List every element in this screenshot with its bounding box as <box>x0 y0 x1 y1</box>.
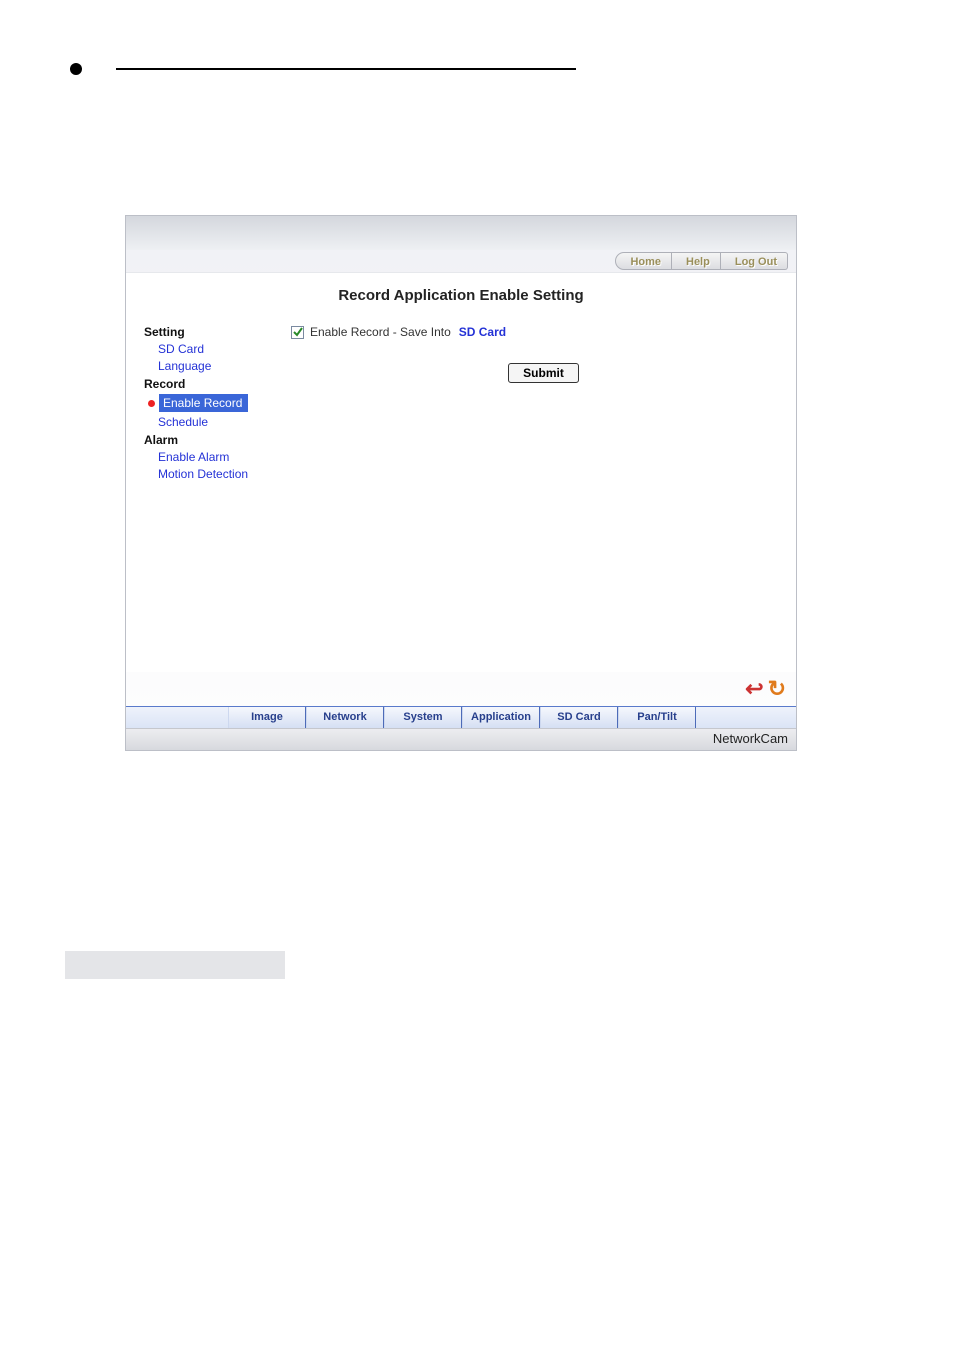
header-underline <box>116 68 576 70</box>
top-nav: Home Help Log Out <box>126 250 796 272</box>
active-indicator-icon <box>148 400 155 407</box>
submit-button[interactable]: Submit <box>508 363 579 383</box>
enable-record-row: Enable Record - Save Into SD Card <box>291 325 796 339</box>
sidebar: Setting SD Card Language Record Enable R… <box>126 273 291 672</box>
footer-brand: NetworkCam <box>126 728 796 750</box>
refresh-icon[interactable]: ↻ <box>768 676 786 702</box>
sidebar-item-language[interactable]: Language <box>158 359 291 373</box>
tab-system[interactable]: System <box>384 707 462 728</box>
bullet-icon <box>70 63 82 75</box>
sidebar-group-setting: Setting <box>144 325 291 339</box>
grey-placeholder <box>65 951 285 979</box>
bottom-tab-strip: Image Network System Application SD Card… <box>126 706 796 728</box>
content-area: Record Application Enable Setting Settin… <box>126 272 796 672</box>
tab-spacer <box>126 707 228 728</box>
tab-pan-tilt[interactable]: Pan/Tilt <box>618 707 696 728</box>
app-window: Home Help Log Out Record Application Ena… <box>125 215 797 751</box>
sidebar-group-record: Record <box>144 377 291 391</box>
sidebar-item-enable-alarm[interactable]: Enable Alarm <box>158 450 291 464</box>
tab-network[interactable]: Network <box>306 707 384 728</box>
sd-card-link[interactable]: SD Card <box>459 325 506 339</box>
tab-image[interactable]: Image <box>228 707 306 728</box>
sidebar-item-enable-record[interactable]: Enable Record <box>159 394 248 412</box>
sidebar-item-schedule[interactable]: Schedule <box>158 415 291 429</box>
document-header <box>0 0 954 85</box>
nav-help[interactable]: Help <box>672 252 721 270</box>
action-icon-row: ↩ ↻ <box>126 672 796 706</box>
enable-record-label: Enable Record - Save Into <box>310 325 451 339</box>
tab-sd-card[interactable]: SD Card <box>540 707 618 728</box>
sidebar-item-motion-detection[interactable]: Motion Detection <box>158 467 291 481</box>
nav-home[interactable]: Home <box>615 252 672 270</box>
nav-logout[interactable]: Log Out <box>721 252 788 270</box>
page-title: Record Application Enable Setting <box>126 287 796 304</box>
sidebar-item-sd-card[interactable]: SD Card <box>158 342 291 356</box>
sidebar-group-alarm: Alarm <box>144 433 291 447</box>
check-icon <box>293 327 303 337</box>
window-top-strip <box>126 216 796 250</box>
tab-application[interactable]: Application <box>462 707 540 728</box>
enable-record-checkbox[interactable] <box>291 326 304 339</box>
back-icon[interactable]: ↩ <box>745 676 763 702</box>
main-pane: Enable Record - Save Into SD Card Submit <box>291 273 796 672</box>
